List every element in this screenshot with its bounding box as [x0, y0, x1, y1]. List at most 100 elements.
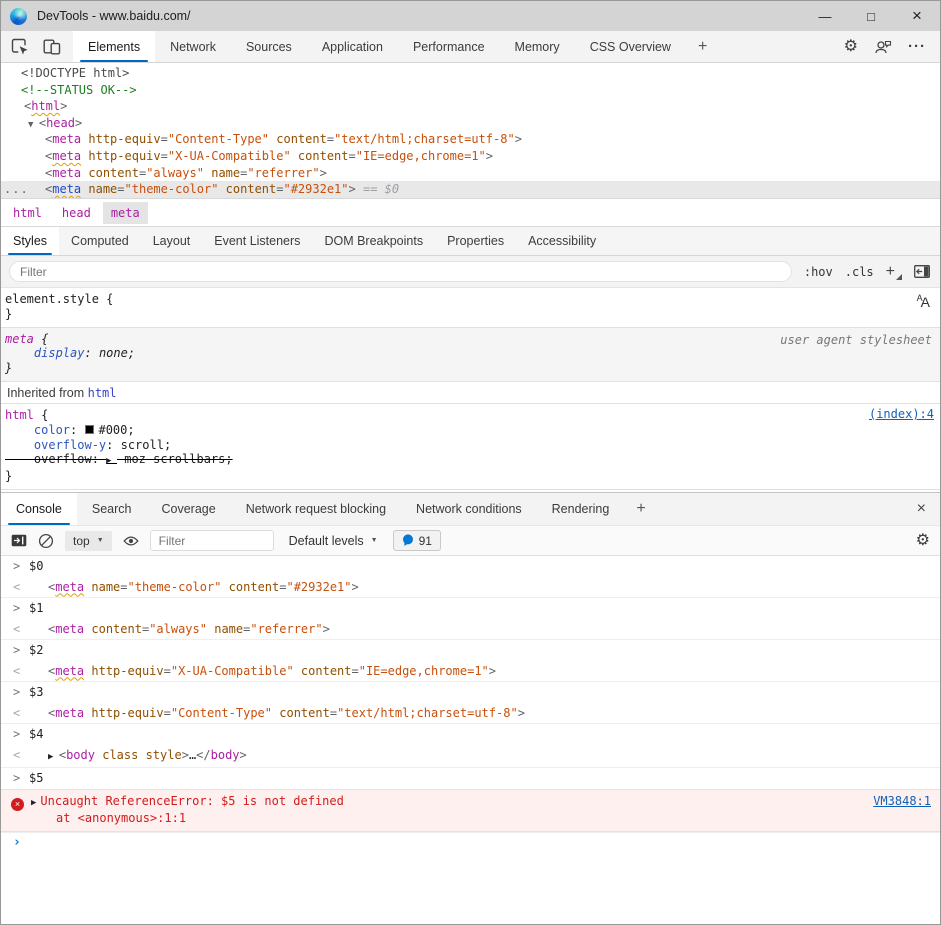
element-style-rule[interactable]: element.style {} AA	[1, 288, 940, 328]
console-filter-input[interactable]	[150, 530, 274, 551]
dom-tree-node[interactable]: ▼ <head>	[1, 115, 940, 132]
console-input-echo: >$5	[1, 767, 940, 789]
more-options-icon[interactable]: ···	[908, 38, 926, 55]
color-swatch[interactable]	[85, 425, 94, 434]
styles-tab-accessibility[interactable]: Accessibility	[516, 227, 608, 255]
device-toolbar-icon[interactable]	[43, 39, 61, 55]
css-declaration[interactable]: color: #000;	[5, 423, 936, 438]
inspect-element-icon[interactable]	[11, 38, 29, 56]
dom-tree-node[interactable]: <!DOCTYPE html>	[1, 65, 940, 82]
chevron-down-icon: ▼	[97, 537, 104, 544]
drawer-tab-console[interactable]: Console	[1, 493, 77, 525]
font-editor-icon[interactable]: AA	[917, 294, 930, 311]
breadcrumb-item-meta[interactable]: meta	[103, 202, 148, 224]
chevron-right-icon: >	[13, 556, 29, 577]
edge-logo-icon	[10, 8, 27, 25]
feedback-icon[interactable]	[874, 39, 892, 55]
error-icon: ×	[11, 798, 24, 811]
chevron-right-icon: >	[13, 724, 29, 745]
log-levels-selector[interactable]: Default levels ▼	[285, 534, 382, 548]
css-declaration[interactable]: html {	[5, 408, 936, 423]
console-prompt[interactable]: ›	[1, 832, 940, 854]
console-result-row[interactable]: <<meta name="theme-color" content="#2932…	[1, 577, 940, 598]
dom-tree-node[interactable]: <meta http-equiv="X-UA-Compatible" conte…	[1, 148, 940, 165]
html-rule[interactable]: (index):4 html { color: #000; overflow-y…	[1, 404, 940, 490]
styles-pane: element.style {} AA user agent styleshee…	[1, 288, 940, 492]
console-error-row[interactable]: ×▶Uncaught ReferenceError: $5 is not def…	[1, 789, 940, 832]
dom-tree-node[interactable]: <meta http-equiv="Content-Type" content=…	[1, 131, 940, 148]
execution-context-selector[interactable]: top ▼	[65, 531, 112, 551]
new-style-rule-button[interactable]: +	[886, 264, 902, 280]
class-toggle[interactable]: .cls	[845, 265, 874, 279]
css-declaration[interactable]: element.style {	[5, 292, 936, 307]
css-declaration[interactable]: display: none;	[5, 346, 936, 361]
inherited-from-label: Inherited from	[7, 386, 84, 400]
styles-tab-properties[interactable]: Properties	[435, 227, 516, 255]
dom-tree-node[interactable]: ...<meta name="theme-color" content="#29…	[1, 181, 940, 198]
chevron-right-icon: >	[13, 640, 29, 661]
close-button[interactable]: ×	[894, 1, 940, 31]
elements-dom-tree: <!DOCTYPE html><!--STATUS OK--><html>▼ <…	[1, 63, 940, 198]
computed-sidebar-toggle-icon[interactable]	[914, 265, 930, 278]
breadcrumb-item-html[interactable]: html	[5, 202, 50, 224]
inherited-from-header: Inherited from html	[1, 382, 940, 404]
styles-tab-dom-breakpoints[interactable]: DOM Breakpoints	[312, 227, 435, 255]
error-source-link[interactable]: VM3848:1	[873, 794, 931, 810]
tab-memory[interactable]: Memory	[500, 31, 575, 62]
console-drawer: ConsoleSearchCoverageNetwork request blo…	[1, 492, 940, 924]
console-result-row[interactable]: <<meta http-equiv="Content-Type" content…	[1, 703, 940, 724]
console-result-row[interactable]: <<meta content="always" name="referrer">	[1, 619, 940, 640]
console-result-row[interactable]: <▶ <body class style>…</body>	[1, 745, 940, 768]
console-sidebar-icon[interactable]	[11, 534, 27, 547]
tab-application[interactable]: Application	[307, 31, 398, 62]
main-toolbar: ElementsNetworkSourcesApplicationPerform…	[1, 31, 940, 63]
css-declaration[interactable]: overflow: ▶ -moz-scrollbars;	[5, 452, 936, 469]
tab-performance[interactable]: Performance	[398, 31, 500, 62]
drawer-tab-network-request-blocking[interactable]: Network request blocking	[231, 493, 401, 525]
dom-tree-node[interactable]: <meta content="always" name="referrer">	[1, 165, 940, 182]
console-messages: >$0<<meta name="theme-color" content="#2…	[1, 556, 940, 924]
drawer-tab-network-conditions[interactable]: Network conditions	[401, 493, 537, 525]
window-controls: — □ ×	[802, 1, 940, 31]
console-result-row[interactable]: <<meta http-equiv="X-UA-Compatible" cont…	[1, 661, 940, 682]
titlebar: DevTools - www.baidu.com/ — □ ×	[1, 1, 940, 31]
console-settings-gear-icon[interactable]: ⚙	[916, 533, 930, 549]
chevron-right-icon: >	[13, 598, 29, 619]
devtools-window: DevTools - www.baidu.com/ — □ × Elements…	[0, 0, 941, 925]
settings-gear-icon[interactable]: ⚙	[844, 39, 858, 55]
drawer-tab-coverage[interactable]: Coverage	[146, 493, 230, 525]
inherited-node-link[interactable]: html	[88, 386, 117, 400]
breadcrumb-item-head[interactable]: head	[54, 202, 99, 224]
tab-network[interactable]: Network	[155, 31, 231, 62]
toolbar-right-icons: ⚙ ···	[844, 31, 940, 62]
minimize-button[interactable]: —	[802, 1, 848, 31]
drawer-tab-rendering[interactable]: Rendering	[537, 493, 625, 525]
styles-tab-computed[interactable]: Computed	[59, 227, 141, 255]
styles-tab-styles[interactable]: Styles	[1, 227, 59, 255]
more-drawer-tabs-button[interactable]: +	[624, 493, 657, 525]
tab-elements[interactable]: Elements	[73, 31, 155, 62]
stylesheet-source-link[interactable]: (index):4	[869, 407, 934, 421]
css-declaration[interactable]: }	[5, 307, 936, 322]
tab-css-overview[interactable]: CSS Overview	[575, 31, 686, 62]
css-declaration[interactable]: }	[5, 361, 936, 376]
more-tabs-button[interactable]: +	[686, 31, 719, 62]
close-drawer-icon[interactable]: ×	[903, 493, 940, 525]
issues-counter[interactable]: 91	[393, 530, 441, 551]
maximize-button[interactable]: □	[848, 1, 894, 31]
styles-tab-event-listeners[interactable]: Event Listeners	[202, 227, 312, 255]
styles-filter-input[interactable]	[9, 261, 792, 282]
css-declaration[interactable]: overflow-y: scroll;	[5, 438, 936, 453]
expand-triangle-icon[interactable]: ▶	[31, 798, 36, 808]
styles-tab-layout[interactable]: Layout	[141, 227, 203, 255]
clear-console-icon[interactable]	[38, 533, 54, 549]
css-declaration[interactable]: }	[5, 469, 936, 484]
drawer-tab-search[interactable]: Search	[77, 493, 147, 525]
live-expression-eye-icon[interactable]	[123, 535, 139, 547]
tab-sources[interactable]: Sources	[231, 31, 307, 62]
hover-state-toggle[interactable]: :hov	[804, 265, 833, 279]
node-more-gutter[interactable]: ...	[4, 181, 29, 198]
dom-tree-node[interactable]: <!--STATUS OK-->	[1, 82, 940, 99]
console-input-echo: >$0	[1, 556, 940, 577]
dom-tree-node[interactable]: <html>	[1, 98, 940, 115]
